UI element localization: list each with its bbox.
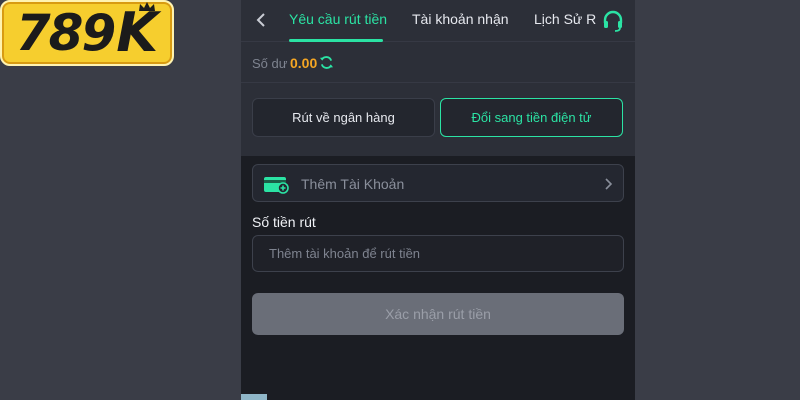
chevron-right-icon [605,178,613,190]
balance-row: Số dư 0.00 [241,42,635,83]
brand-logo: 789 K [0,0,174,66]
bank-withdraw-button[interactable]: Rút về ngân hàng [252,98,435,137]
withdraw-panel: Yêu cầu rút tiền Tài khoản nhận Lịch Sử … [241,0,635,400]
amount-input[interactable] [252,235,624,272]
refresh-icon[interactable] [319,55,334,70]
add-account-label: Thêm Tài Khoản [301,176,405,192]
wallet-add-icon [264,177,289,194]
tab-receiving-account[interactable]: Tài khoản nhận [412,11,509,27]
chevron-left-icon [256,13,265,27]
withdraw-form: Thêm Tài Khoản Số tiền rút Xác nhận rút … [241,156,635,400]
add-account-button[interactable]: Thêm Tài Khoản [252,164,624,202]
tab-withdraw-request[interactable]: Yêu cầu rút tiền [289,11,387,27]
tab-bar: Yêu cầu rút tiền Tài khoản nhận Lịch Sử … [241,0,635,42]
headset-icon[interactable] [601,9,625,33]
logo-letter: K [116,1,159,64]
confirm-withdraw-button[interactable]: Xác nhận rút tiền [252,293,624,335]
back-button[interactable] [249,8,273,32]
balance-value: 0.00 [290,55,318,71]
crypto-exchange-button[interactable]: Đổi sang tiền điện tử [440,98,623,137]
tab-history[interactable]: Lịch Sử R [534,11,596,27]
withdraw-method-selector: Rút về ngân hàng Đổi sang tiền điện tử [241,83,635,156]
logo-numbers: 789 [15,4,116,62]
thumbnail-fragment [241,394,267,400]
crown-icon [139,2,156,11]
amount-label: Số tiền rút [252,214,316,230]
balance-label: Số dư [252,56,288,71]
